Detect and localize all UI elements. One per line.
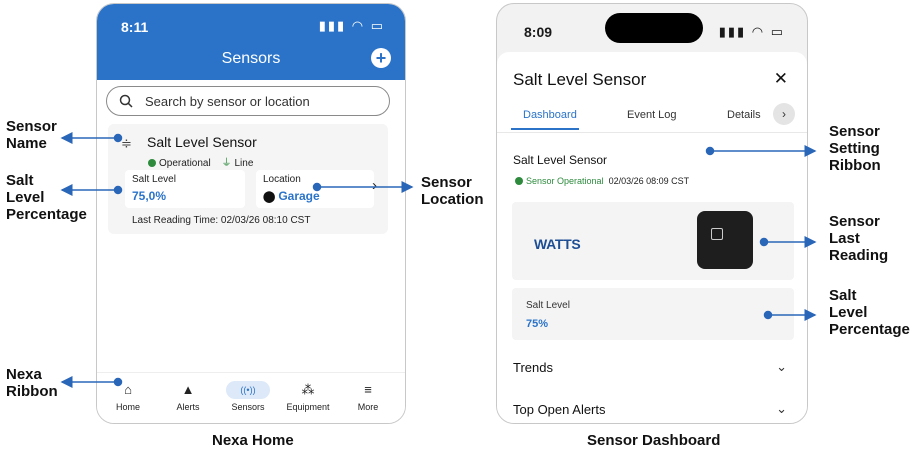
- dashboard-status-time: 02/03/26 08:09 CST: [608, 176, 690, 186]
- chevron-down-icon: ⌄: [776, 359, 787, 374]
- salt-level-value: 75,0%: [132, 189, 167, 203]
- signal-icon: ((•)): [226, 381, 270, 399]
- location-pin-icon: ⬤: [263, 191, 276, 203]
- nav-sensors-label: Sensors: [231, 402, 265, 412]
- sensor-device-image: [697, 211, 753, 269]
- dashboard-salt-value: 75%: [526, 318, 549, 330]
- sensor-status: Operational: [159, 158, 211, 169]
- chevron-right-icon[interactable]: ›: [372, 177, 377, 194]
- nav-alerts[interactable]: ▲ Alerts: [160, 381, 216, 412]
- callout-sensor-location: Sensor Location: [421, 174, 484, 208]
- trends-label: Trends: [513, 360, 553, 375]
- sensor-dashboard-screen: 8:09 ▮▮▮ ◠ ▭ Salt Level Sensor ✕ Dashboa…: [496, 3, 808, 424]
- salt-level-label: Salt Level: [132, 174, 176, 185]
- close-icon[interactable]: ✕: [774, 69, 788, 89]
- last-reading-time: Last Reading Time: 02/03/26 08:10 CST: [132, 215, 311, 226]
- app-header: 8:11 ▮▮▮ ◠ ▭ Sensors +: [97, 4, 405, 80]
- location-tile: Location ⬤ Garage: [256, 170, 374, 208]
- status-icons: ▮▮▮ ◠ ▭: [718, 24, 785, 39]
- nav-equipment[interactable]: ⁂ Equipment: [280, 381, 336, 412]
- sensor-name: Salt Level Sensor: [147, 134, 257, 150]
- chevron-down-icon: ⌄: [776, 401, 787, 416]
- add-sensor-button[interactable]: +: [371, 48, 391, 68]
- search-icon: [119, 94, 133, 108]
- sensor-status-row: Operational ⏚ Line: [148, 154, 253, 169]
- power-plug-icon: ⏚: [221, 158, 232, 169]
- equipment-icon: ⁂: [301, 382, 315, 397]
- status-dot-icon: [148, 159, 156, 167]
- bell-icon: ▲: [181, 382, 195, 397]
- location-value: Garage: [278, 189, 320, 203]
- nav-alerts-label: Alerts: [176, 402, 200, 412]
- callout-sensor-last-reading: Sensor Last Reading: [829, 213, 889, 264]
- nav-sensors[interactable]: ((•)) Sensors: [220, 381, 276, 412]
- tab-details[interactable]: Details: [727, 109, 761, 121]
- callout-salt-level-right: Salt Level Percentage: [829, 287, 910, 338]
- dashboard-sensor-name: Salt Level Sensor: [513, 153, 608, 167]
- dynamic-island: [605, 13, 703, 43]
- status-dot-icon: [515, 177, 523, 185]
- chevron-right-icon[interactable]: ›: [773, 103, 795, 125]
- location-label: Location: [263, 174, 301, 185]
- device-display-icon: [711, 228, 723, 240]
- watts-logo: WATTS: [534, 236, 581, 252]
- top-open-alerts-row[interactable]: Top Open Alerts ⌄: [497, 392, 807, 423]
- dashboard-sheet: Salt Level Sensor ✕ Dashboard Event Log …: [497, 52, 807, 423]
- salt-sensor-icon: ≑: [121, 136, 132, 151]
- menu-icon: ≡: [364, 382, 372, 397]
- salt-level-tile: Salt Level 75,0%: [125, 170, 245, 208]
- search-input[interactable]: Search by sensor or location: [106, 86, 390, 116]
- nav-home-label: Home: [115, 402, 140, 412]
- nav-home[interactable]: ⌂ Home: [100, 381, 156, 412]
- plus-icon: +: [375, 48, 387, 68]
- callout-sensor-name: Sensor Name: [6, 118, 57, 152]
- dashboard-status-row: Sensor Operational 02/03/26 08:09 CST: [515, 176, 689, 186]
- callout-sensor-setting-ribbon: Sensor Setting Ribbon: [829, 123, 881, 174]
- nexa-home-screen: 8:11 ▮▮▮ ◠ ▭ Sensors + Search by sensor …: [96, 3, 406, 424]
- caption-nexa-home: Nexa Home: [212, 432, 294, 449]
- nav-more[interactable]: ≡ More: [340, 381, 396, 412]
- nexa-ribbon: ⌂ Home ▲ Alerts ((•)) Sensors ⁂ Equipmen…: [97, 372, 405, 423]
- nav-equipment-label: Equipment: [286, 402, 330, 412]
- nav-more-label: More: [357, 402, 379, 412]
- location-value-row: ⬤ Garage: [263, 189, 320, 203]
- status-time: 8:09: [524, 24, 553, 40]
- status-time: 8:11: [121, 19, 149, 35]
- tab-dashboard[interactable]: Dashboard: [523, 109, 577, 121]
- search-placeholder: Search by sensor or location: [145, 94, 310, 109]
- tab-event-log[interactable]: Event Log: [627, 109, 677, 121]
- divider: [497, 132, 807, 133]
- trends-row[interactable]: Trends ⌄: [497, 350, 807, 386]
- dashboard-salt-label: Salt Level: [526, 300, 570, 311]
- sheet-title: Salt Level Sensor: [513, 70, 647, 89]
- top-open-alerts-label: Top Open Alerts: [513, 402, 606, 417]
- caption-sensor-dashboard: Sensor Dashboard: [587, 432, 721, 449]
- home-icon: ⌂: [124, 382, 132, 397]
- callout-nexa-ribbon: Nexa Ribbon: [6, 366, 58, 400]
- salt-level-card: Salt Level 75%: [512, 288, 794, 340]
- active-tab-indicator: [511, 128, 579, 130]
- page-title: Sensors: [221, 50, 281, 67]
- sensor-power: Line: [234, 158, 254, 169]
- callout-salt-level: Salt Level Percentage: [6, 172, 87, 223]
- dashboard-status: Sensor Operational: [526, 176, 604, 186]
- sensor-card[interactable]: ≑ Salt Level Sensor Operational ⏚ Line Sa…: [108, 124, 388, 234]
- status-icons: ▮▮▮ ◠ ▭: [318, 18, 385, 33]
- sensor-last-reading-card: WATTS: [512, 202, 794, 280]
